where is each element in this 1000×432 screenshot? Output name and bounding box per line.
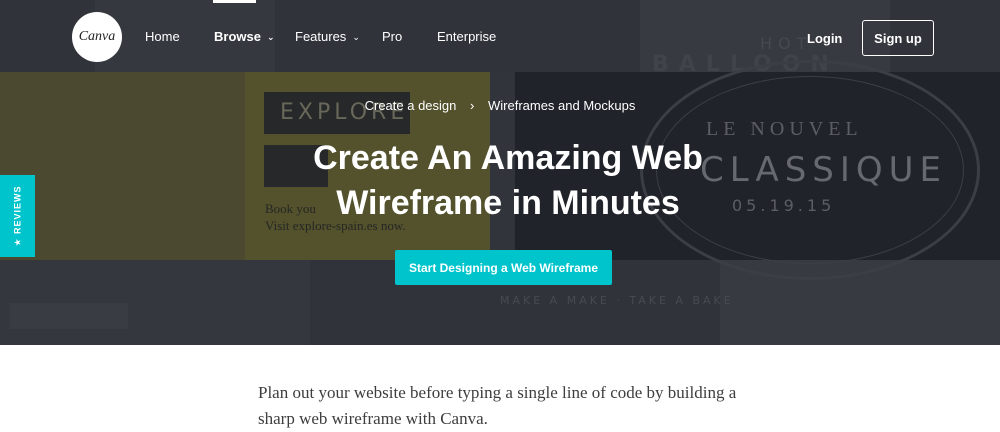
reviews-label: ★ REVIEWS (12, 185, 22, 247)
chevron-down-icon: ⌄ (266, 32, 275, 42)
canva-logo[interactable]: Canva (72, 12, 122, 62)
page-title-line1: Create An Amazing Web (313, 139, 703, 177)
nav-item-label: Enterprise (437, 29, 497, 44)
nav-item-features[interactable]: Features ⌄ (295, 29, 360, 45)
breadcrumb-item-create-a-design[interactable]: Create a design (365, 98, 457, 113)
nav-item-label: Browse (214, 29, 261, 44)
nav-item-home[interactable]: Home (145, 29, 180, 45)
nav-item-label: Pro (382, 29, 403, 44)
start-designing-button[interactable]: Start Designing a Web Wireframe (395, 250, 612, 285)
nav-item-browse[interactable]: Browse ⌄ (214, 29, 275, 45)
nav-item-label: Home (145, 29, 180, 44)
page-title-line2: Wireframe in Minutes (336, 184, 680, 222)
nav-item-label: Features (295, 29, 347, 44)
intro-paragraph: Plan out your website before typing a si… (258, 383, 737, 428)
nav-item-enterprise[interactable]: Enterprise (437, 29, 496, 45)
active-nav-indicator (213, 0, 256, 3)
login-link[interactable]: Login (807, 31, 842, 46)
breadcrumb: Create a design › Wireframes and Mockups (0, 98, 1000, 113)
signup-label: Sign up (874, 30, 922, 46)
chevron-right-icon: › (470, 98, 475, 113)
page-title: Create An Amazing Web Wireframe in Minut… (250, 136, 766, 226)
cta-label: Start Designing a Web Wireframe (408, 260, 599, 275)
breadcrumb-item-wireframes[interactable]: Wireframes and Mockups (488, 98, 635, 113)
chevron-down-icon: ⌄ (352, 32, 360, 42)
signup-button[interactable]: Sign up (862, 20, 934, 56)
nav-item-pro[interactable]: Pro (382, 29, 402, 45)
hero-banner: EXPLORE Book you Visit explore-spain.es … (0, 0, 1000, 345)
logo-text: Canva (78, 29, 116, 44)
reviews-tab[interactable]: ★ REVIEWS (0, 175, 35, 257)
top-navigation: Canva Home Browse ⌄ Features ⌄ Pro Enterpr… (0, 0, 1000, 72)
